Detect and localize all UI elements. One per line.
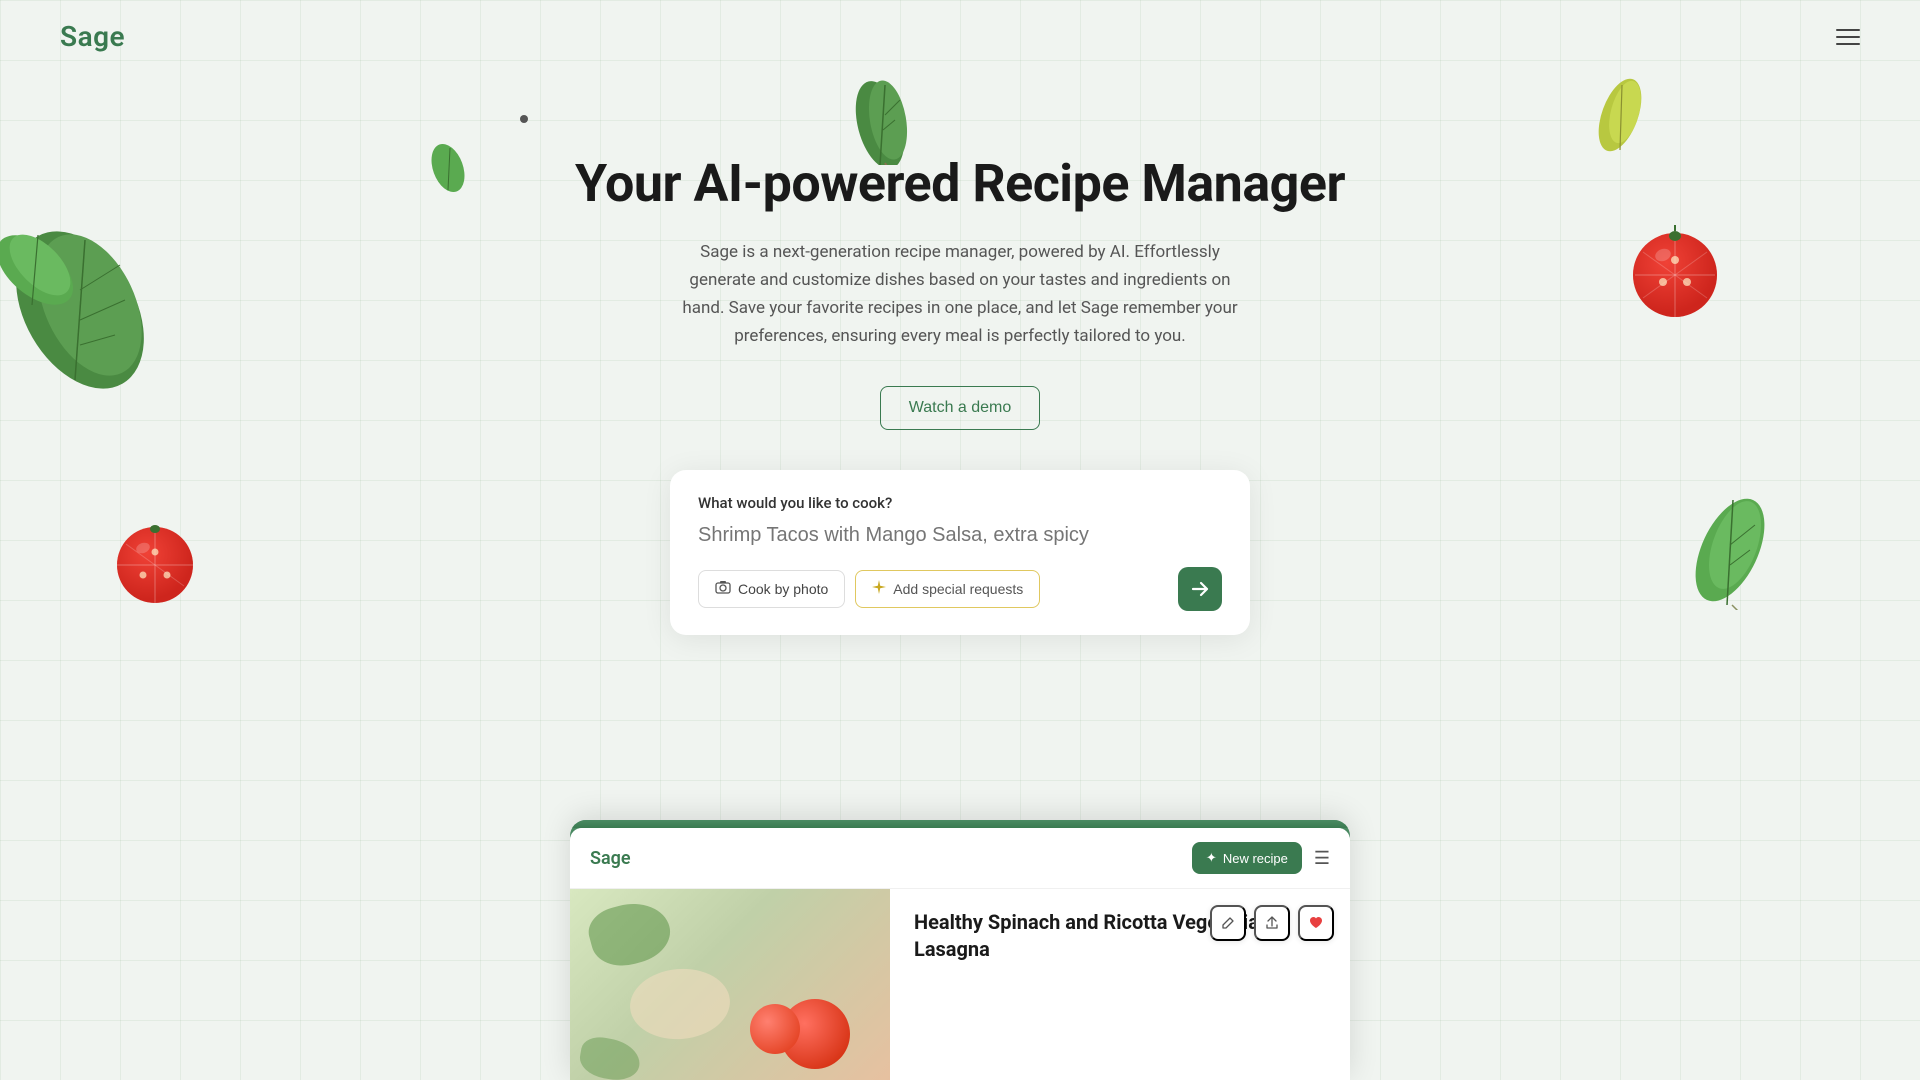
- search-label: What would you like to cook?: [698, 494, 1222, 512]
- menu-button[interactable]: [1836, 29, 1860, 45]
- submit-button[interactable]: [1178, 567, 1222, 611]
- search-input[interactable]: [698, 524, 1222, 547]
- sparkle-icon: [872, 580, 886, 598]
- search-action-buttons: Cook by photo Add special requests: [698, 570, 1040, 608]
- watch-demo-button[interactable]: Watch a demo: [880, 386, 1041, 430]
- app-preview: Sage ✦ New recipe ☰ Health: [570, 820, 1350, 1080]
- hero-title: Your AI-powered Recipe Manager: [575, 153, 1345, 214]
- new-recipe-label: New recipe: [1223, 851, 1288, 866]
- app-logo: Sage: [590, 848, 631, 869]
- favorite-recipe-button[interactable]: [1298, 905, 1334, 941]
- hero-subtitle: Sage is a next-generation recipe manager…: [680, 238, 1240, 350]
- menu-line: [1836, 29, 1860, 31]
- edit-recipe-button[interactable]: [1210, 905, 1246, 941]
- new-recipe-button[interactable]: ✦ New recipe: [1192, 842, 1302, 874]
- menu-line: [1836, 36, 1860, 38]
- menu-line: [1836, 43, 1860, 45]
- main-content: Your AI-powered Recipe Manager Sage is a…: [0, 73, 1920, 635]
- recipe-actions: [1210, 905, 1334, 941]
- app-navbar: Sage ✦ New recipe ☰: [570, 828, 1350, 889]
- share-recipe-button[interactable]: [1254, 905, 1290, 941]
- search-actions: Cook by photo Add special requests: [698, 567, 1222, 611]
- cook-by-photo-label: Cook by photo: [738, 581, 828, 597]
- recipe-image: [570, 889, 890, 1080]
- add-special-requests-button[interactable]: Add special requests: [855, 570, 1040, 608]
- logo: Sage: [60, 20, 125, 53]
- navbar: Sage: [0, 0, 1920, 73]
- special-requests-label: Add special requests: [893, 581, 1023, 597]
- recipe-info: Healthy Spinach and Ricotta Vegetarian L…: [890, 889, 1350, 1080]
- app-menu-icon[interactable]: ☰: [1314, 848, 1330, 869]
- new-recipe-icon: ✦: [1206, 850, 1217, 866]
- cook-by-photo-button[interactable]: Cook by photo: [698, 570, 845, 608]
- search-card: What would you like to cook? Cook by pho…: [670, 470, 1250, 635]
- camera-icon: [715, 580, 731, 598]
